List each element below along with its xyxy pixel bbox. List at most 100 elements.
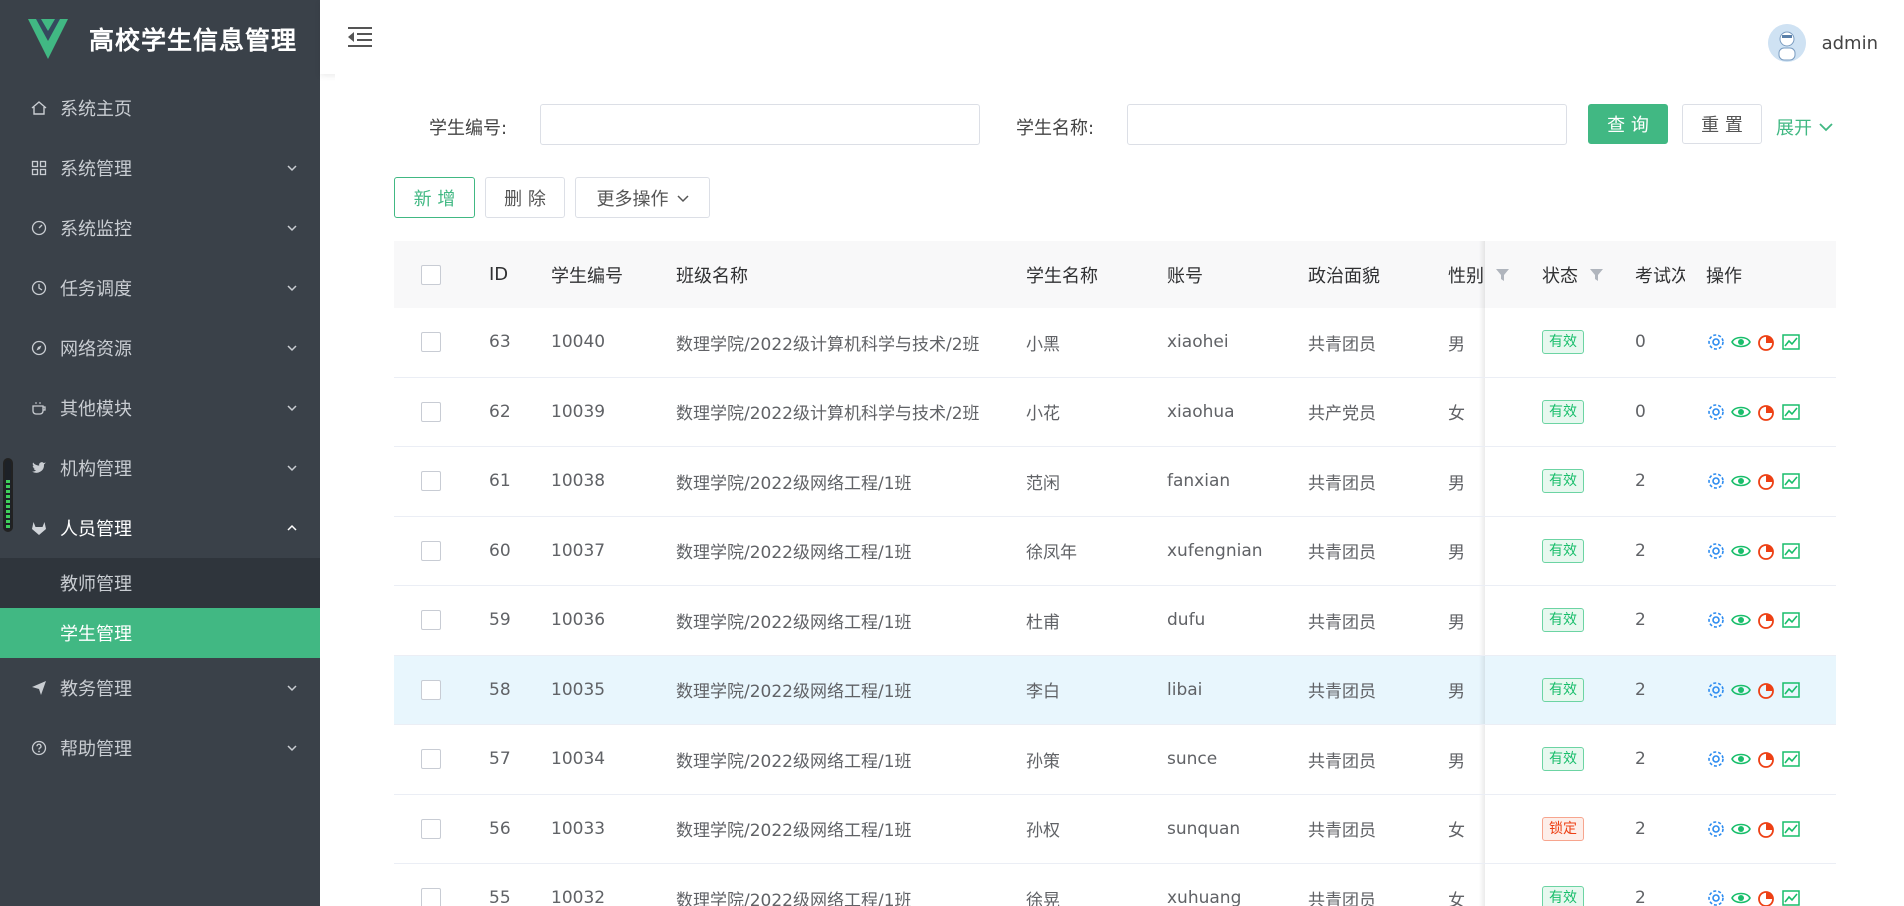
sidebar-item-label: 系统管理 <box>60 159 132 180</box>
delete-button[interactable]: 删 除 <box>485 177 565 218</box>
reset-button[interactable]: 重 置 <box>1682 104 1762 144</box>
row-checkbox[interactable] <box>421 401 441 422</box>
fixed-column-shadow <box>1479 241 1485 308</box>
cell-class: 数理学院/2022级计算机科学与技术/2班 <box>676 404 980 425</box>
line-chart-icon[interactable] <box>1781 819 1801 839</box>
filter-icon[interactable] <box>1590 268 1603 281</box>
sidebar-item[interactable]: 其他模块 <box>0 378 320 438</box>
filter-icon[interactable] <box>1496 268 1509 281</box>
view-icon[interactable] <box>1731 749 1751 769</box>
line-chart-icon[interactable] <box>1781 610 1801 630</box>
settings-icon[interactable] <box>1706 610 1726 630</box>
scroll-indicator[interactable] <box>3 458 13 532</box>
row-checkbox[interactable] <box>421 332 441 353</box>
table-row[interactable]: 61 10038 数理学院/2022级网络工程/1班 范闲 fanxian 共青团员 男 有效… <box>394 447 1836 517</box>
sidebar-item[interactable]: 网络资源 <box>0 318 320 378</box>
settings-icon[interactable] <box>1706 888 1726 906</box>
table-row[interactable]: 55 10032 数理学院/2022级网络工程/1班 徐晃 xuhuang 共青团员 女 有效… <box>394 864 1836 906</box>
pie-chart-icon[interactable] <box>1756 610 1776 630</box>
view-icon[interactable] <box>1731 402 1751 422</box>
table-row[interactable]: 62 10039 数理学院/2022级计算机科学与技术/2班 小花 xiaohua 共产党… <box>394 377 1836 447</box>
cell-exams: 0 <box>1635 332 1646 353</box>
view-icon[interactable] <box>1731 541 1751 561</box>
view-icon[interactable] <box>1731 680 1751 700</box>
menu-fold-icon[interactable] <box>348 26 372 48</box>
line-chart-icon[interactable] <box>1781 541 1801 561</box>
user-menu[interactable]: admin <box>1767 24 1878 62</box>
view-icon[interactable] <box>1731 332 1751 352</box>
line-chart-icon[interactable] <box>1781 332 1801 352</box>
row-checkbox[interactable] <box>421 749 441 770</box>
cell-id: 55 <box>489 888 511 906</box>
cell-exams: 2 <box>1635 540 1646 561</box>
settings-icon[interactable] <box>1706 471 1726 491</box>
sidebar-item[interactable]: 系统监控 <box>0 198 320 258</box>
view-icon[interactable] <box>1731 819 1751 839</box>
row-checkbox[interactable] <box>421 610 441 631</box>
table-row[interactable]: 63 10040 数理学院/2022级计算机科学与技术/2班 小黑 xiaohei 共青团… <box>394 308 1836 378</box>
sidebar-item[interactable]: 机构管理 <box>0 438 320 498</box>
row-checkbox[interactable] <box>421 818 441 839</box>
table-row[interactable]: 59 10036 数理学院/2022级网络工程/1班 杜甫 dufu 共青团员 男 有效 2 <box>394 586 1836 656</box>
cell-account: libai <box>1167 679 1203 700</box>
row-checkbox[interactable] <box>421 471 441 492</box>
view-icon[interactable] <box>1731 610 1751 630</box>
row-actions <box>1706 749 1801 769</box>
sidebar-item[interactable]: 人员管理 <box>0 498 320 558</box>
view-icon[interactable] <box>1731 888 1751 906</box>
sidebar-item[interactable]: 系统主页 <box>0 78 320 138</box>
pie-chart-icon[interactable] <box>1756 402 1776 422</box>
line-chart-icon[interactable] <box>1781 471 1801 491</box>
sidebar-subitem[interactable]: 教师管理 <box>0 558 320 608</box>
sidebar-item[interactable]: 任务调度 <box>0 258 320 318</box>
chevron-down-icon <box>676 194 689 202</box>
pie-chart-icon[interactable] <box>1756 819 1776 839</box>
table-row[interactable]: 57 10034 数理学院/2022级网络工程/1班 孙策 sunce 共青团员 男 有效 2 <box>394 725 1836 795</box>
status-badge: 有效 <box>1542 469 1584 494</box>
cell-politics: 共青团员 <box>1308 543 1376 564</box>
settings-icon[interactable] <box>1706 819 1726 839</box>
brand[interactable]: 高校学生信息管理 <box>0 0 320 78</box>
student-name-input[interactable] <box>1127 104 1567 145</box>
pie-chart-icon[interactable] <box>1756 332 1776 352</box>
pie-chart-icon[interactable] <box>1756 888 1776 906</box>
cell-id: 61 <box>489 471 511 492</box>
cell-exams: 2 <box>1635 749 1646 770</box>
row-checkbox[interactable] <box>421 540 441 561</box>
settings-icon[interactable] <box>1706 332 1726 352</box>
sidebar-item[interactable]: 系统管理 <box>0 138 320 198</box>
more-actions-button[interactable]: 更多操作 <box>575 177 710 218</box>
row-checkbox[interactable] <box>421 888 441 906</box>
chevron-up-icon <box>287 524 297 531</box>
settings-icon[interactable] <box>1706 541 1726 561</box>
sidebar-item[interactable]: 教务管理 <box>0 658 320 718</box>
pie-chart-icon[interactable] <box>1756 471 1776 491</box>
line-chart-icon[interactable] <box>1781 888 1801 906</box>
pie-chart-icon[interactable] <box>1756 680 1776 700</box>
help-icon <box>30 740 47 757</box>
line-chart-icon[interactable] <box>1781 402 1801 422</box>
line-chart-icon[interactable] <box>1781 680 1801 700</box>
settings-icon[interactable] <box>1706 680 1726 700</box>
settings-icon[interactable] <box>1706 402 1726 422</box>
line-chart-icon[interactable] <box>1781 749 1801 769</box>
student-no-input[interactable] <box>540 104 980 145</box>
table-body: 63 10040 数理学院/2022级计算机科学与技术/2班 小黑 xiaohei 共青团… <box>394 308 1836 906</box>
table-row[interactable]: 60 10037 数理学院/2022级网络工程/1班 徐凤年 xufengnian 共青团… <box>394 516 1836 586</box>
select-all-checkbox[interactable] <box>421 264 441 285</box>
cell-student-no: 10035 <box>551 679 606 700</box>
table-row[interactable]: 58 10035 数理学院/2022级网络工程/1班 李白 libai 共青团员 男 有效 2 <box>394 655 1836 725</box>
expand-link[interactable]: 展开 <box>1776 114 1834 140</box>
sidebar-subitem[interactable]: 学生管理 <box>0 608 320 658</box>
query-button[interactable]: 查 询 <box>1588 104 1668 144</box>
pie-chart-icon[interactable] <box>1756 749 1776 769</box>
add-button[interactable]: 新 增 <box>394 177 475 218</box>
app-title: 高校学生信息管理 <box>89 26 298 55</box>
row-checkbox[interactable] <box>421 679 441 700</box>
settings-icon[interactable] <box>1706 749 1726 769</box>
table-row[interactable]: 56 10033 数理学院/2022级网络工程/1班 孙权 sunquan 共青团员 女 锁定… <box>394 794 1836 864</box>
sidebar-item[interactable]: 帮助管理 <box>0 718 320 778</box>
vue-logo-icon <box>28 19 68 59</box>
pie-chart-icon[interactable] <box>1756 541 1776 561</box>
view-icon[interactable] <box>1731 471 1751 491</box>
